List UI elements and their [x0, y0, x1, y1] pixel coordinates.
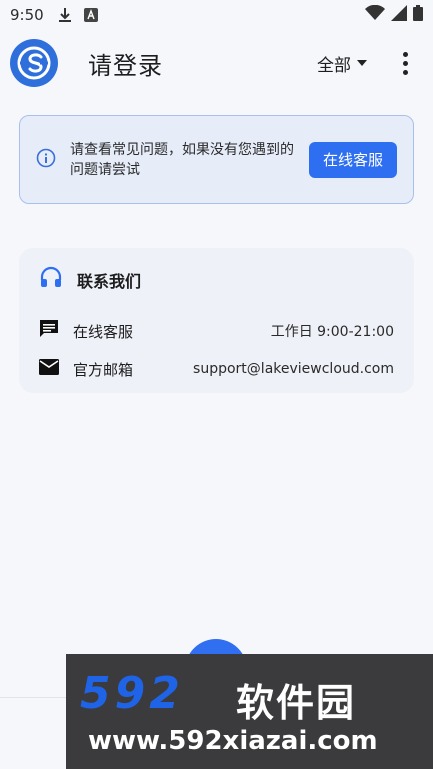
contact-row-label: 官方邮箱 [73, 360, 134, 379]
mail-icon [39, 359, 59, 379]
watermark-brand: 592 [80, 668, 184, 719]
chat-icon [39, 319, 59, 343]
watermark-brand-cn: 软件园 [236, 681, 357, 725]
watermark-url: www.592xiazai.com [88, 726, 378, 756]
caret-down-icon [357, 60, 367, 66]
contact-header: 联系我们 [39, 248, 394, 312]
headset-icon [39, 266, 63, 294]
contact-row-online-service[interactable]: 在线客服 工作日 9:00-21:00 [39, 312, 394, 350]
more-options-icon[interactable] [397, 51, 413, 75]
contact-row-email[interactable]: 官方邮箱 support@lakeviewcloud.com [39, 350, 394, 388]
notice-text: 请查看常见问题，如果没有您遇到的问题请尝试 [70, 141, 294, 178]
contact-row-label: 在线客服 [73, 322, 134, 341]
signal-icon [391, 5, 407, 25]
online-service-button[interactable]: 在线客服 [308, 141, 397, 178]
wifi-icon [365, 4, 385, 25]
app-bar: 请登录 全部 [0, 32, 433, 94]
contact-row-value: support@lakeviewcloud.com [193, 361, 394, 377]
status-bar: 9:50 [0, 0, 433, 30]
site-watermark: 592 软件园 www.592xiazai.com [66, 654, 433, 769]
filter-label: 全部 [317, 55, 351, 76]
page-title: 请登录 [88, 51, 163, 80]
faq-notice: 请查看常见问题，如果没有您遇到的问题请尝试 在线客服 [19, 115, 414, 204]
battery-icon [413, 5, 423, 25]
status-time: 9:50 [10, 6, 44, 24]
info-icon [36, 148, 56, 172]
contact-row-value: 工作日 9:00-21:00 [270, 324, 394, 340]
download-icon [58, 7, 72, 23]
contact-title: 联系我们 [77, 272, 142, 291]
contact-card: 联系我们 在线客服 工作日 9:00-21:00 官方邮箱 support@la… [19, 248, 414, 393]
logo-icon [17, 46, 51, 80]
a-notification-icon [83, 8, 98, 22]
filter-dropdown[interactable]: 全部 [317, 51, 367, 76]
app-logo[interactable] [10, 39, 58, 87]
